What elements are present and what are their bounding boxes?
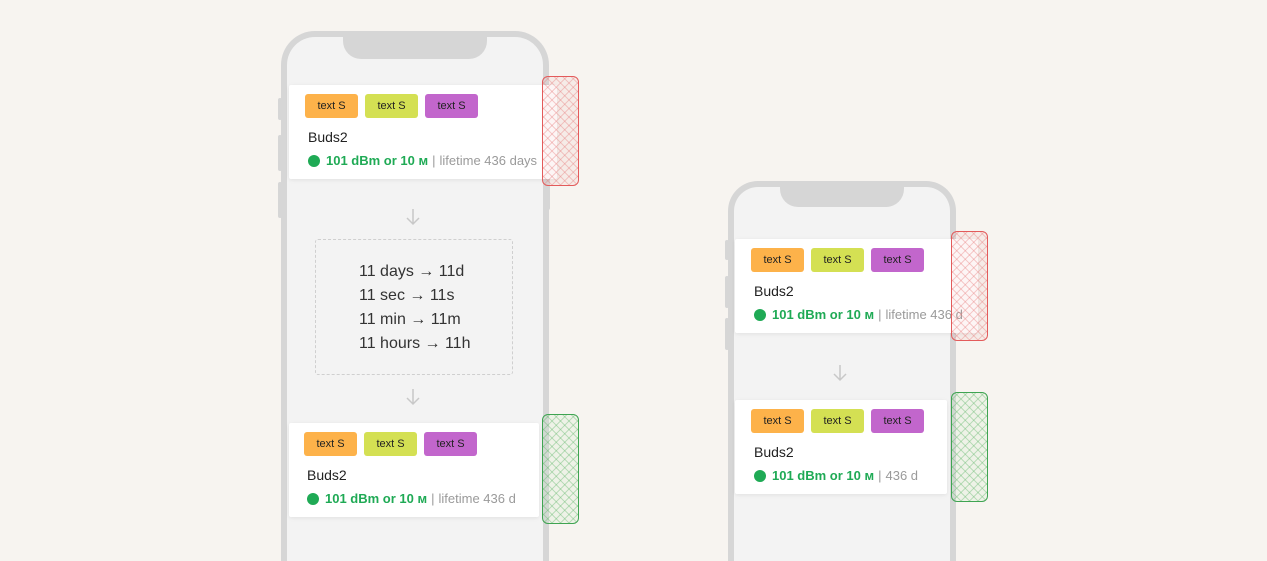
lifetime-text: lifetime 436 d [438,491,516,506]
fit-good-marker [542,414,579,524]
tag-chip: text S [811,248,864,272]
right-phone-side-button-3 [725,318,729,350]
tag-chip: text S [304,432,357,456]
overflow-bad-marker [951,231,988,341]
left-phone-side-button-1 [278,98,282,120]
device-card[interactable]: text S text S text S Buds2 101 dBm or 10… [289,85,557,179]
tag-list: text S text S text S [751,409,924,433]
device-name: Buds2 [754,283,794,299]
status-dot-icon [308,154,320,167]
signal-text: 101 dBm or 10 м [772,307,875,322]
device-card[interactable]: text S text S text S Buds2 101 dBm or 10… [289,423,539,517]
conversion-rule: 11 sec → 11s [359,287,455,304]
tag-chip: text S [871,409,924,433]
status-dot-icon [754,469,766,482]
signal-text: 101 dBm or 10 м [326,153,429,168]
arrow-down-icon [406,209,420,226]
tag-chip: text S [305,94,358,118]
tag-chip: text S [751,248,804,272]
conversion-rule: 11 min → 11m [359,311,461,328]
right-phone-notch [780,181,904,207]
left-phone-side-button-3 [278,182,282,218]
device-status: 101 dBm or 10 м | lifetime 436 d [307,491,516,506]
lifetime-text: 436 d [885,468,919,483]
tag-chip: text S [424,432,477,456]
tag-list: text S text S text S [305,94,478,118]
arrow-down-icon [833,365,847,382]
tag-chip: text S [751,409,804,433]
conversion-rule: 11 days → 11d [359,263,465,280]
device-status: 101 dBm or 10 м | lifetime 436 days [308,153,537,168]
device-name: Buds2 [754,444,794,460]
separator: | [431,491,435,506]
conversion-rule: 11 hours → 11h [359,335,471,352]
separator: | [878,307,882,322]
left-phone-notch [343,31,487,59]
right-phone-side-button-2 [725,276,729,308]
tag-chip: text S [425,94,478,118]
tag-chip: text S [364,432,417,456]
device-status: 101 dBm or 10 м | 436 d [754,468,918,483]
device-card[interactable]: text S text S text S Buds2 101 dBm or 10… [735,239,978,333]
tag-chip: text S [811,409,864,433]
status-dot-icon [307,492,319,505]
tag-chip: text S [365,94,418,118]
device-status: 101 dBm or 10 м | lifetime 436 d [754,307,963,322]
device-name: Buds2 [308,129,348,145]
abbreviation-rules-box: 11 days → 11d 11 sec → 11s 11 min → 11m … [315,239,513,375]
signal-text: 101 dBm or 10 м [772,468,875,483]
lifetime-text: lifetime 436 days [439,153,538,168]
fit-good-marker [951,392,988,502]
separator: | [432,153,436,168]
left-phone-side-button-2 [278,135,282,171]
device-name: Buds2 [307,467,347,483]
arrow-down-icon [406,389,420,406]
separator: | [878,468,882,483]
tag-list: text S text S text S [304,432,477,456]
status-dot-icon [754,308,766,321]
device-card[interactable]: text S text S text S Buds2 101 dBm or 10… [735,400,947,494]
tag-list: text S text S text S [751,248,924,272]
overflow-bad-marker [542,76,579,186]
signal-text: 101 dBm or 10 м [325,491,428,506]
right-phone-side-button-1 [725,240,729,260]
tag-chip: text S [871,248,924,272]
